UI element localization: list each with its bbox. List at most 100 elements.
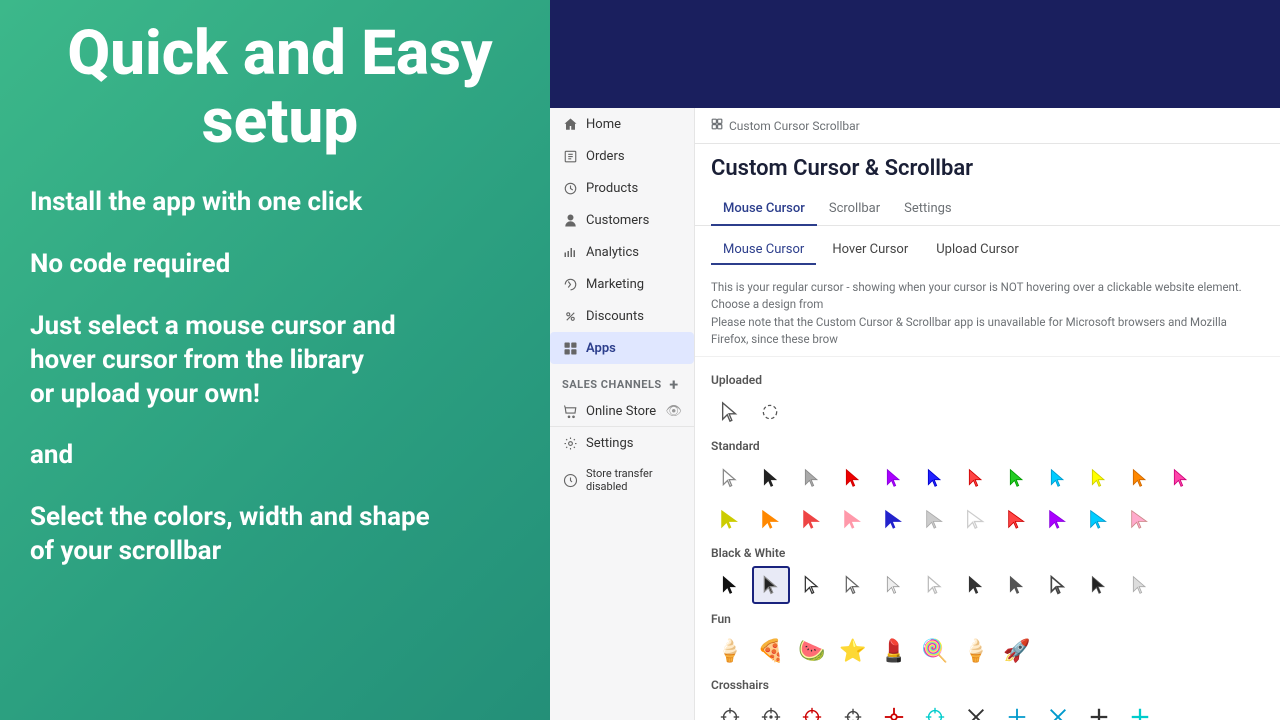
discounts-icon bbox=[562, 308, 578, 324]
cursor-item[interactable]: 🍭 bbox=[916, 632, 954, 670]
cursor-item[interactable] bbox=[834, 459, 872, 497]
sidebar-label-orders: Orders bbox=[586, 149, 625, 164]
cursor-item[interactable] bbox=[998, 698, 1036, 720]
cursor-item[interactable] bbox=[875, 459, 913, 497]
cursor-item[interactable] bbox=[1162, 459, 1200, 497]
cursors-fun: 🍦 🍕 🍉 ⭐ 💄 🍭 🍦 🚀 bbox=[711, 632, 1264, 670]
cursor-item[interactable]: 🚀 bbox=[998, 632, 1036, 670]
cursor-item[interactable] bbox=[1080, 500, 1118, 538]
feature-5: Select the colors, width and shape of yo… bbox=[30, 501, 530, 569]
sidebar-item-analytics[interactable]: Analytics bbox=[550, 236, 694, 268]
cursor-item[interactable] bbox=[998, 566, 1036, 604]
section-label-crosshairs: Crosshairs bbox=[711, 678, 1264, 692]
settings-nav-item[interactable]: Settings bbox=[550, 427, 694, 459]
cursor-item[interactable] bbox=[1039, 459, 1077, 497]
cursor-gallery[interactable]: Uploaded Standard bbox=[695, 357, 1280, 720]
cursor-item[interactable] bbox=[1080, 459, 1118, 497]
cursor-item[interactable] bbox=[1039, 566, 1077, 604]
cursor-item[interactable] bbox=[752, 698, 790, 720]
top-bar bbox=[550, 0, 1280, 108]
sidebar-item-products[interactable]: Products bbox=[550, 172, 694, 204]
cursor-item[interactable] bbox=[711, 393, 749, 431]
cursor-item[interactable] bbox=[752, 566, 790, 604]
sub-tab-hover-cursor[interactable]: Hover Cursor bbox=[820, 236, 920, 265]
section-label-bw: Black & White bbox=[711, 546, 1264, 560]
sidebar-item-customers[interactable]: Customers bbox=[550, 204, 694, 236]
cursor-item[interactable] bbox=[751, 393, 789, 431]
eye-icon: 👁 bbox=[665, 404, 682, 419]
sidebar-item-orders[interactable]: Orders bbox=[550, 140, 694, 172]
sub-tab-mouse-cursor[interactable]: Mouse Cursor bbox=[711, 236, 816, 265]
store-transfer-item[interactable]: Store transfer disabled bbox=[550, 459, 694, 501]
cursor-item[interactable] bbox=[916, 698, 954, 720]
breadcrumb-text: Custom Cursor Scrollbar bbox=[729, 119, 860, 133]
cursor-item[interactable] bbox=[1039, 698, 1077, 720]
cursor-item[interactable] bbox=[916, 566, 954, 604]
cursor-item[interactable] bbox=[1121, 698, 1159, 720]
cursor-item[interactable] bbox=[834, 698, 872, 720]
feature-3: Just select a mouse cursor and hover cur… bbox=[30, 310, 530, 411]
sidebar-item-home[interactable]: Home bbox=[550, 108, 694, 140]
cursor-item[interactable] bbox=[875, 698, 913, 720]
cursor-item[interactable] bbox=[957, 459, 995, 497]
home-icon bbox=[562, 116, 578, 132]
cursor-item[interactable] bbox=[1080, 698, 1118, 720]
cursor-item[interactable] bbox=[834, 566, 872, 604]
add-sales-channel-button[interactable]: + bbox=[666, 376, 682, 392]
cursor-item[interactable] bbox=[1039, 500, 1077, 538]
sidebar-item-online-store[interactable]: Online Store 👁 bbox=[550, 396, 694, 426]
page-title: Custom Cursor & Scrollbar bbox=[711, 156, 1264, 181]
cursor-item[interactable] bbox=[916, 459, 954, 497]
cursor-item[interactable] bbox=[793, 698, 831, 720]
cursor-item[interactable] bbox=[711, 698, 749, 720]
left-panel: Quick and Easy setup Install the app wit… bbox=[0, 0, 560, 720]
cursor-item[interactable] bbox=[998, 459, 1036, 497]
tab-settings[interactable]: Settings bbox=[892, 193, 963, 226]
cursor-item[interactable] bbox=[711, 459, 749, 497]
cursor-item[interactable] bbox=[957, 566, 995, 604]
sub-tabs-bar: Mouse Cursor Hover Cursor Upload Cursor bbox=[695, 226, 1280, 265]
cursor-item[interactable] bbox=[793, 459, 831, 497]
shopify-content: Home Orders Products bbox=[550, 108, 1280, 720]
sub-tab-upload-cursor[interactable]: Upload Cursor bbox=[924, 236, 1031, 265]
cursor-item[interactable] bbox=[875, 566, 913, 604]
sidebar-label-customers: Customers bbox=[586, 213, 649, 228]
sidebar-label-apps: Apps bbox=[586, 341, 616, 356]
cursor-item[interactable] bbox=[1121, 566, 1159, 604]
cursor-item[interactable] bbox=[1080, 566, 1118, 604]
orders-icon bbox=[562, 148, 578, 164]
cursor-item[interactable] bbox=[1121, 500, 1159, 538]
cursor-item[interactable] bbox=[916, 500, 954, 538]
apps-icon bbox=[562, 340, 578, 356]
sidebar-label-analytics: Analytics bbox=[586, 245, 639, 260]
cursor-item[interactable] bbox=[1121, 459, 1159, 497]
cursor-item[interactable]: ⭐ bbox=[834, 632, 872, 670]
cursor-item[interactable]: 💄 bbox=[875, 632, 913, 670]
cursor-item[interactable] bbox=[834, 500, 872, 538]
cursor-item[interactable]: 🍦 bbox=[711, 632, 749, 670]
cursor-item[interactable] bbox=[752, 459, 790, 497]
cursors-standard-row2 bbox=[711, 500, 1264, 538]
cursor-item[interactable] bbox=[793, 566, 831, 604]
tab-scrollbar[interactable]: Scrollbar bbox=[817, 193, 892, 226]
sidebar-item-marketing[interactable]: Marketing bbox=[550, 268, 694, 300]
sales-channels-header: SALES CHANNELS + bbox=[550, 364, 694, 396]
customers-icon bbox=[562, 212, 578, 228]
tab-mouse-cursor[interactable]: Mouse Cursor bbox=[711, 193, 817, 226]
cursor-item[interactable] bbox=[711, 500, 749, 538]
sidebar-item-discounts[interactable]: Discounts bbox=[550, 300, 694, 332]
cursor-item[interactable]: 🍦 bbox=[957, 632, 995, 670]
section-label-standard: Standard bbox=[711, 439, 1264, 453]
cursor-item[interactable] bbox=[793, 500, 831, 538]
cursor-item[interactable]: 🍕 bbox=[752, 632, 790, 670]
cursor-item[interactable] bbox=[957, 500, 995, 538]
cursor-item[interactable] bbox=[752, 500, 790, 538]
cursor-item[interactable] bbox=[957, 698, 995, 720]
settings-icon bbox=[562, 435, 578, 451]
cursor-item[interactable] bbox=[875, 500, 913, 538]
cursor-item[interactable] bbox=[711, 566, 749, 604]
cursor-item[interactable] bbox=[998, 500, 1036, 538]
settings-label: Settings bbox=[586, 436, 633, 451]
cursor-item[interactable]: 🍉 bbox=[793, 632, 831, 670]
sidebar-item-apps[interactable]: Apps bbox=[550, 332, 694, 364]
